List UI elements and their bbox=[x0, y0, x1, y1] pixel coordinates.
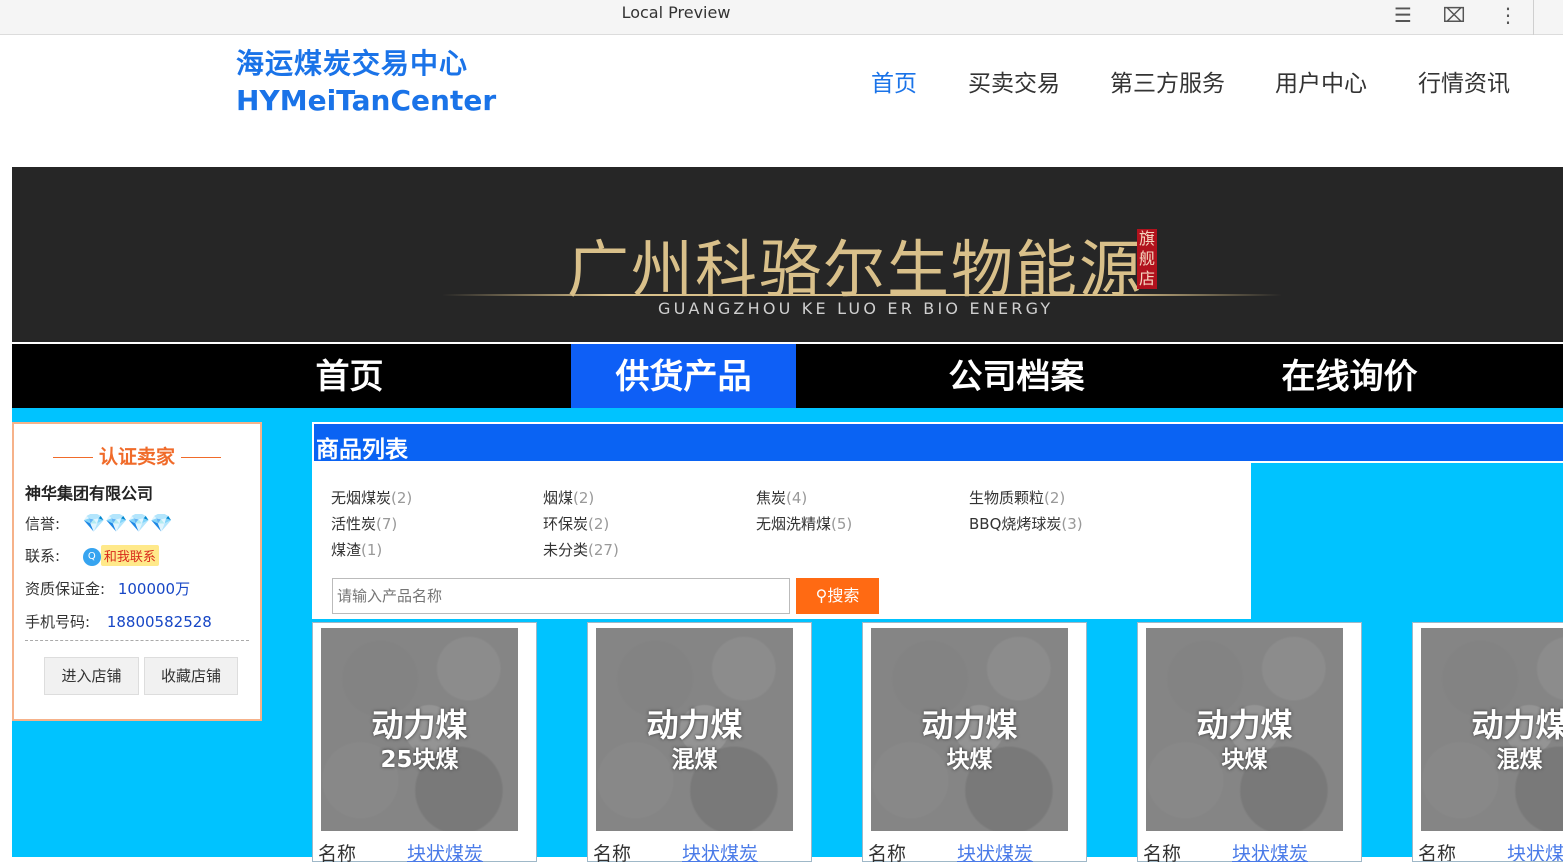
store-nav: 首页 供货产品 公司档案 在线询价 bbox=[12, 342, 1563, 408]
divider bbox=[25, 640, 249, 641]
product-card[interactable]: 动力煤 混煤 名称 块状煤炭 bbox=[1412, 622, 1563, 862]
phone-label: 手机号码: bbox=[25, 613, 91, 631]
credit-row: 信誉: 💎💎💎💎 bbox=[25, 513, 173, 534]
product-name-link[interactable]: 块状煤炭 bbox=[957, 839, 1033, 866]
contact-button[interactable]: Q 和我联系 bbox=[82, 545, 159, 566]
logo-english: HYMeiTanCenter bbox=[236, 84, 497, 117]
banner-divider bbox=[442, 294, 1282, 296]
favorite-store-button[interactable]: 收藏店铺 bbox=[144, 657, 238, 695]
product-name-link[interactable]: 块状煤炭 bbox=[1507, 839, 1563, 861]
category-link[interactable]: 无烟洗精煤(5) bbox=[756, 513, 852, 534]
product-name-label: 名称 bbox=[593, 843, 632, 865]
category-link[interactable]: 活性炭(7) bbox=[331, 513, 397, 534]
product-name-label: 名称 bbox=[868, 843, 907, 865]
topnav-home[interactable]: 首页 bbox=[871, 64, 917, 98]
product-name-link[interactable]: 块状煤炭 bbox=[682, 839, 758, 866]
category-link[interactable]: 烟煤(2) bbox=[543, 487, 594, 508]
qq-icon: Q bbox=[82, 547, 101, 566]
topnav-market-news[interactable]: 行情资讯 bbox=[1418, 64, 1510, 98]
banner-subtitle: GUANGZHOU KE LUO ER BIO ENERGY bbox=[658, 299, 1054, 318]
product-card[interactable]: 动力煤 块煤 名称 块状煤炭 bbox=[1137, 622, 1362, 865]
topnav-user-center[interactable]: 用户中心 bbox=[1275, 64, 1367, 98]
product-name-label: 名称 bbox=[1418, 843, 1457, 862]
product-image: 动力煤 混煤 bbox=[596, 628, 793, 831]
category-panel: 无烟煤炭(2) 烟煤(2) 焦炭(4) 生物质颗粒(2) 活性炭(7) 环保炭(… bbox=[312, 463, 1251, 619]
seller-card: 认证卖家 神华集团有限公司 信誉: 💎💎💎💎 联系: Q 和我联系 资质保证金: … bbox=[12, 422, 262, 721]
product-name-link[interactable]: 块状煤炭 bbox=[407, 839, 483, 866]
deposit-value: 100000万 bbox=[117, 580, 191, 598]
search-button[interactable]: ⚲搜索 bbox=[796, 578, 879, 614]
divider bbox=[1533, 0, 1534, 35]
contact-row: 联系: Q 和我联系 bbox=[25, 545, 159, 566]
product-name-link[interactable]: 块状煤炭 bbox=[1232, 839, 1308, 866]
goods-heading: 商品列表 bbox=[316, 437, 408, 463]
store-nav-products[interactable]: 供货产品 bbox=[571, 344, 796, 408]
category-link[interactable]: 煤渣(1) bbox=[331, 539, 382, 560]
phone-row: 手机号码: 18800582528 bbox=[25, 611, 212, 632]
category-link[interactable]: 未分类(27) bbox=[543, 539, 619, 560]
store-nav-inquiry[interactable]: 在线询价 bbox=[1237, 344, 1462, 408]
banner-stamp: 旗舰店 bbox=[1137, 229, 1157, 289]
category-link[interactable]: BBQ烧烤球炭(3) bbox=[969, 513, 1083, 534]
search-icon: ⚲ bbox=[815, 586, 828, 605]
product-image-subtitle: 块煤 bbox=[946, 747, 993, 773]
topnav-third-party[interactable]: 第三方服务 bbox=[1110, 64, 1225, 98]
product-image-subtitle: 25块煤 bbox=[380, 747, 459, 773]
product-name-label: 名称 bbox=[318, 843, 357, 865]
topnav-trade[interactable]: 买卖交易 bbox=[968, 64, 1060, 98]
product-name-label: 名称 bbox=[1143, 843, 1182, 865]
product-image-subtitle: 块煤 bbox=[1221, 747, 1268, 773]
credit-gems-icon: 💎💎💎💎 bbox=[82, 513, 173, 534]
product-card[interactable]: 动力煤 混煤 名称 块状煤炭 bbox=[587, 622, 812, 865]
deposit-row: 资质保证金: 100000万 bbox=[25, 578, 190, 599]
logo-chinese: 海运煤炭交易中心 bbox=[236, 47, 469, 80]
preview-title: Local Preview bbox=[621, 3, 731, 22]
goods-header: 商品列表 bbox=[312, 422, 1563, 463]
preview-bar: Local Preview ☰ ⌧ ⋮ bbox=[0, 0, 1563, 35]
category-link[interactable]: 焦炭(4) bbox=[756, 487, 807, 508]
contact-label: 联系: bbox=[25, 547, 61, 565]
product-image-subtitle: 混煤 bbox=[671, 747, 718, 773]
seller-heading: 认证卖家 bbox=[14, 442, 260, 469]
site-logo[interactable]: 海运煤炭交易中心 HYMeiTanCenter bbox=[236, 46, 496, 120]
seller-company: 神华集团有限公司 bbox=[25, 484, 154, 503]
product-image: 动力煤 混煤 bbox=[1421, 628, 1563, 831]
product-search-input[interactable] bbox=[332, 578, 790, 614]
phone-value: 18800582528 bbox=[106, 613, 212, 631]
category-link[interactable]: 生物质颗粒(2) bbox=[969, 487, 1065, 508]
product-card[interactable]: 动力煤 25块煤 名称 块状煤炭 bbox=[312, 622, 537, 865]
deposit-label: 资质保证金: bbox=[25, 580, 106, 598]
category-link[interactable]: 环保炭(2) bbox=[543, 513, 609, 534]
store-banner: 广州科骆尔生物能源 旗舰店 GUANGZHOU KE LUO ER BIO EN… bbox=[12, 167, 1563, 342]
product-image: 动力煤 25块煤 bbox=[321, 628, 518, 831]
code-icon[interactable]: ⌧ bbox=[1442, 1, 1466, 29]
more-icon[interactable]: ⋮ bbox=[1496, 1, 1520, 29]
category-link[interactable]: 无烟煤炭(2) bbox=[331, 487, 412, 508]
product-image: 动力煤 块煤 bbox=[871, 628, 1068, 831]
credit-label: 信誉: bbox=[25, 515, 61, 533]
product-card[interactable]: 动力煤 块煤 名称 块状煤炭 bbox=[862, 622, 1087, 865]
store-nav-home[interactable]: 首页 bbox=[237, 344, 462, 408]
product-image-subtitle: 混煤 bbox=[1496, 747, 1543, 773]
reader-icon[interactable]: ☰ bbox=[1391, 1, 1415, 29]
product-image: 动力煤 块煤 bbox=[1146, 628, 1343, 831]
store-nav-profile[interactable]: 公司档案 bbox=[904, 344, 1129, 408]
enter-store-button[interactable]: 进入店铺 bbox=[44, 657, 139, 695]
